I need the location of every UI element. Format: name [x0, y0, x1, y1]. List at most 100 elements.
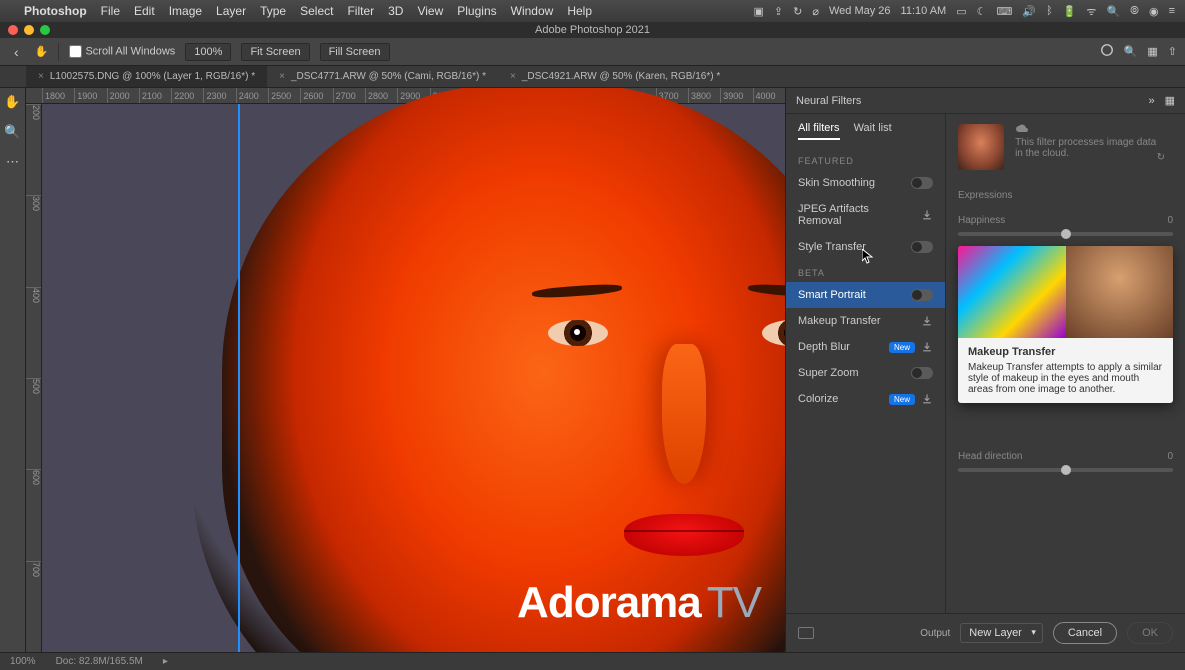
- toggle-switch[interactable]: [911, 289, 933, 301]
- filters-list: All filters Wait list Featured Skin Smoo…: [786, 114, 946, 613]
- document-tab[interactable]: × _DSC4921.ARW @ 50% (Karen, RGB/16*) *: [498, 66, 732, 87]
- close-tab-icon[interactable]: ×: [279, 71, 285, 82]
- menu-select[interactable]: Select: [300, 4, 333, 18]
- zoom-tool-icon[interactable]: 🔍: [3, 122, 23, 142]
- maximize-window-icon[interactable]: [40, 25, 50, 35]
- head-direction-slider[interactable]: [958, 468, 1173, 472]
- share-icon[interactable]: ⇧: [1168, 45, 1177, 58]
- hand-tool-icon[interactable]: ✋: [3, 92, 23, 112]
- menu-help[interactable]: Help: [567, 4, 592, 18]
- close-tab-icon[interactable]: ×: [510, 71, 516, 82]
- screencast-icon[interactable]: ▣: [754, 5, 764, 18]
- toggle-switch[interactable]: [911, 177, 933, 189]
- menu-window[interactable]: Window: [511, 4, 554, 18]
- output-select[interactable]: New Layer: [960, 623, 1043, 643]
- app-menu[interactable]: Photoshop: [24, 4, 87, 18]
- document-canvas[interactable]: AdoramaTV: [42, 104, 785, 652]
- keyboard-icon[interactable]: ⌨: [997, 5, 1013, 18]
- wifi-icon[interactable]: ᯤ: [1086, 4, 1096, 19]
- download-icon[interactable]: [921, 393, 933, 405]
- fit-screen-button[interactable]: Fit Screen: [241, 43, 309, 61]
- section-featured: Featured: [786, 148, 945, 170]
- search-app-icon[interactable]: 🔍: [1124, 45, 1138, 58]
- notifications-icon[interactable]: ≡: [1169, 5, 1175, 17]
- happiness-slider[interactable]: [958, 232, 1173, 236]
- cloud-docs-icon[interactable]: [1100, 43, 1114, 60]
- status-doc-size[interactable]: Doc: 82.8M/165.5M: [56, 656, 143, 667]
- mac-menu-bar[interactable]: Photoshop File Edit Image Layer Type Sel…: [0, 0, 1185, 22]
- filter-jpeg-artifacts[interactable]: JPEG Artifacts Removal: [786, 196, 945, 234]
- more-tools-icon[interactable]: ⋯: [3, 152, 23, 172]
- display-icon[interactable]: ▭: [956, 5, 966, 18]
- panel-thumbnail-icon[interactable]: ▦: [1165, 94, 1175, 107]
- filter-style-transfer[interactable]: Style Transfer: [786, 234, 945, 260]
- bluetooth-icon[interactable]: ᛒ: [1046, 5, 1053, 17]
- menu-image[interactable]: Image: [169, 4, 202, 18]
- guide-vertical[interactable]: [238, 104, 240, 652]
- filter-label: Colorize: [798, 393, 883, 405]
- new-badge: New: [889, 394, 915, 405]
- close-window-icon[interactable]: [8, 25, 18, 35]
- battery-icon[interactable]: 🔋: [1063, 5, 1077, 18]
- search-icon[interactable]: 🔍: [1106, 5, 1120, 18]
- cloud-icon[interactable]: ⌀: [812, 5, 819, 18]
- section-beta: Beta: [786, 260, 945, 282]
- download-icon[interactable]: [921, 209, 933, 221]
- tooltip-description: Makeup Transfer attempts to apply a simi…: [968, 362, 1163, 395]
- download-icon[interactable]: [921, 341, 933, 353]
- detected-face-thumbnail[interactable]: [958, 124, 1004, 170]
- tab-wait-list[interactable]: Wait list: [854, 122, 892, 140]
- menu-view[interactable]: View: [417, 4, 443, 18]
- volume-icon[interactable]: 🔊: [1022, 5, 1036, 18]
- filter-colorize[interactable]: Colorize New: [786, 386, 945, 412]
- tab-all-filters[interactable]: All filters: [798, 122, 840, 140]
- siri-icon[interactable]: ◉: [1149, 5, 1159, 18]
- document-tab[interactable]: × _DSC4771.ARW @ 50% (Cami, RGB/16*) *: [267, 66, 498, 87]
- happiness-value: 0: [1167, 215, 1173, 226]
- tooltip-preview-image: [958, 246, 1066, 338]
- workspace-icon[interactable]: ▦: [1147, 45, 1157, 58]
- status-chevron-icon[interactable]: ▸: [163, 656, 168, 667]
- zoom-level-field[interactable]: 100%: [185, 43, 231, 61]
- menu-plugins[interactable]: Plugins: [457, 4, 496, 18]
- filter-depth-blur[interactable]: Depth Blur New: [786, 334, 945, 360]
- refresh-icon[interactable]: ↻: [1157, 152, 1165, 163]
- status-zoom[interactable]: 100%: [10, 656, 36, 667]
- filter-smart-portrait[interactable]: Smart Portrait: [786, 282, 945, 308]
- ruler-vertical[interactable]: 200300400500600700: [26, 104, 42, 652]
- menu-layer[interactable]: Layer: [216, 4, 246, 18]
- cancel-button[interactable]: Cancel: [1053, 622, 1117, 644]
- document-tab[interactable]: × L1002575.DNG @ 100% (Layer 1, RGB/16*)…: [26, 66, 267, 87]
- menu-date[interactable]: Wed May 26: [829, 5, 891, 17]
- close-tab-icon[interactable]: ×: [38, 71, 44, 82]
- sync-icon[interactable]: ↻: [793, 5, 802, 18]
- menu-filter[interactable]: Filter: [347, 4, 374, 18]
- scroll-all-windows-checkbox[interactable]: Scroll All Windows: [69, 45, 175, 58]
- moon-icon[interactable]: ☾: [977, 5, 987, 18]
- home-back-icon[interactable]: ‹: [8, 44, 25, 60]
- menu-type[interactable]: Type: [260, 4, 286, 18]
- ok-button[interactable]: OK: [1127, 622, 1173, 644]
- download-icon[interactable]: [921, 315, 933, 327]
- minimize-window-icon[interactable]: [24, 25, 34, 35]
- preview-toggle-icon[interactable]: [798, 627, 814, 639]
- menu-edit[interactable]: Edit: [134, 4, 155, 18]
- panel-collapse-icon[interactable]: »: [1148, 95, 1154, 107]
- fill-screen-button[interactable]: Fill Screen: [320, 43, 390, 61]
- options-bar: ‹ ✋ Scroll All Windows 100% Fit Screen F…: [0, 38, 1185, 66]
- window-title: Adobe Photoshop 2021: [535, 24, 650, 36]
- filter-makeup-transfer[interactable]: Makeup Transfer: [786, 308, 945, 334]
- dropbox-icon[interactable]: ⇪: [774, 5, 783, 18]
- new-badge: New: [889, 342, 915, 353]
- document-tabs: × L1002575.DNG @ 100% (Layer 1, RGB/16*)…: [0, 66, 1185, 88]
- toggle-switch[interactable]: [911, 241, 933, 253]
- menu-time[interactable]: 11:10 AM: [901, 5, 947, 17]
- toggle-switch[interactable]: [911, 367, 933, 379]
- control-center-icon[interactable]: ⦾: [1130, 5, 1139, 18]
- filter-skin-smoothing[interactable]: Skin Smoothing: [786, 170, 945, 196]
- menu-file[interactable]: File: [101, 4, 120, 18]
- menu-3d[interactable]: 3D: [388, 4, 403, 18]
- hand-tool-icon[interactable]: ✋: [35, 45, 49, 58]
- document-tab-label: _DSC4771.ARW @ 50% (Cami, RGB/16*) *: [291, 71, 486, 82]
- filter-super-zoom[interactable]: Super Zoom: [786, 360, 945, 386]
